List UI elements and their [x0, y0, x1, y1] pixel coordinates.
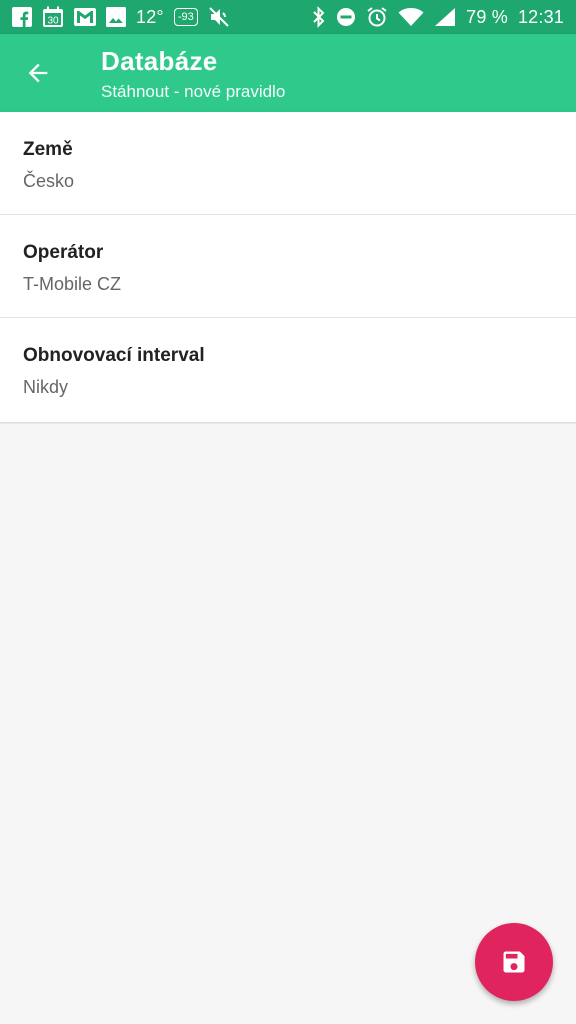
- gmail-icon: [74, 6, 96, 28]
- setting-value: T-Mobile CZ: [23, 274, 122, 294]
- battery-level: 79 %: [466, 6, 508, 27]
- bluetooth-icon: [312, 6, 326, 28]
- calendar-day: 30: [47, 16, 59, 27]
- do-not-disturb-icon: [336, 6, 356, 28]
- save-icon: [503, 951, 525, 973]
- setting-value: Česko: [23, 171, 75, 191]
- setting-value: Nikdy: [23, 377, 69, 397]
- image-icon: [106, 6, 126, 28]
- clock: 12:31: [517, 6, 564, 27]
- page-title: Databáze: [101, 46, 218, 76]
- cell-signal-icon: [434, 6, 456, 28]
- save-button[interactable]: [475, 923, 553, 1001]
- back-button[interactable]: [14, 49, 62, 97]
- setting-operator[interactable]: Operátor T-Mobile CZ: [0, 215, 576, 318]
- setting-country[interactable]: Země Česko: [0, 112, 576, 215]
- status-left: 30 12° -93: [12, 6, 230, 28]
- facebook-icon: [12, 6, 32, 28]
- setting-title: Operátor: [23, 242, 104, 263]
- status-right: 79 % 12:31: [312, 6, 564, 28]
- status-bar: 30 12° -93 79 % 12:31: [0, 0, 576, 34]
- calendar-icon: 30: [42, 6, 64, 28]
- setting-title: Obnovovací interval: [23, 345, 205, 366]
- setting-title: Země: [23, 139, 73, 160]
- wifi-icon: [398, 6, 424, 28]
- arrow-back-icon: [28, 63, 48, 83]
- setting-refresh-interval[interactable]: Obnovovací interval Nikdy: [0, 318, 576, 422]
- mute-icon: [208, 6, 230, 28]
- settings-list: Země Česko Operátor T-Mobile CZ Obnovova…: [0, 112, 576, 422]
- temperature: 12°: [136, 6, 164, 27]
- app-bar: Databáze Stáhnout - nové pravidlo: [0, 34, 576, 112]
- alarm-icon: [366, 6, 388, 28]
- page-subtitle: Stáhnout - nové pravidlo: [101, 82, 286, 101]
- signal-badge: -93: [173, 8, 198, 26]
